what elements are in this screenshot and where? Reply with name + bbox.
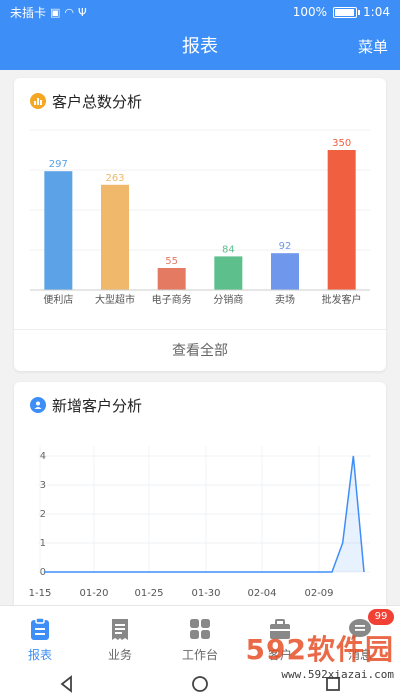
x-tick-label: 分销商 [213, 293, 243, 306]
clipboard-icon [31, 617, 49, 640]
customer-bar-chart: 297 便利店 263 大型超市 55 电子商务 84 分销商 92 卖场 350 批发客户 [30, 129, 370, 306]
customer-total-card: 客户总数分析 297 便利店 263 大型超市 55 电子商务 84 分销商 92 卖场 350 批发… [14, 78, 386, 371]
sim-icon: ▣ [50, 5, 61, 19]
x-tick-label: 1-15 [29, 588, 52, 599]
bar-value-label: 350 [332, 138, 351, 149]
bar-value-label: 84 [222, 244, 235, 255]
new-customer-card: 新增客户分析 0 1 2 3 4 1-15 01-20 01-25 01-30 02-04 02-0… [14, 382, 386, 622]
battery-percent: 100% [292, 5, 328, 19]
y-tick-label: 2 [40, 509, 46, 520]
wifi-icon: ◠ [64, 5, 75, 19]
tab-business[interactable]: 业务 [80, 606, 160, 667]
carrier-text: 未插卡 [10, 5, 47, 20]
watermark-url: www.592xiazai.com [281, 668, 394, 681]
tab-reports[interactable]: 报表 [0, 606, 80, 667]
bar-value-label: 263 [105, 173, 124, 184]
x-tick-label: 卖场 [275, 293, 295, 306]
y-tick-label: 4 [40, 451, 46, 462]
unread-badge: 99 [368, 609, 394, 625]
y-tick-label: 3 [40, 480, 46, 491]
x-tick-label: 便利店 [43, 293, 73, 306]
bar-value-label: 297 [49, 159, 68, 170]
bar [44, 171, 73, 290]
bar [157, 268, 186, 290]
bar [271, 253, 299, 290]
x-tick-label: 01-25 [134, 588, 163, 599]
watermark: 592软件园 www.592xiazai.com [224, 628, 394, 698]
tab-business-label: 业务 [107, 648, 132, 662]
header-bar: 报表 菜单 [0, 24, 400, 70]
x-tick-label: 大型超市 [95, 293, 135, 306]
grid-icon [190, 619, 210, 639]
bar [214, 256, 243, 290]
new-customer-line-chart: 012341-15 01-20 01-25 01-30 02-04 02-09 [29, 446, 370, 599]
bar-value-label: 55 [165, 256, 178, 267]
page-title: 报表 [182, 36, 218, 57]
menu-button[interactable]: 菜单 [358, 24, 388, 70]
status-bar: 未插卡 ▣ ◠ Ψ 100% 1:04 [0, 0, 400, 24]
x-tick-label: 02-09 [304, 588, 333, 599]
tab-reports-label: 报表 [27, 648, 52, 662]
x-tick-label: 01-20 [79, 588, 108, 599]
watermark-logo: 592软件园 [245, 633, 394, 666]
x-tick-label: 01-30 [191, 588, 220, 599]
view-all-button[interactable]: 查看全部 [14, 329, 386, 371]
bar [327, 150, 356, 290]
x-tick-label: 02-04 [247, 588, 276, 599]
usb-icon: Ψ [78, 5, 87, 19]
home-icon[interactable] [190, 674, 210, 694]
x-tick-label: 批发客户 [322, 293, 362, 306]
y-tick-label: 1 [40, 538, 46, 549]
x-tick-label: 电子商务 [152, 293, 192, 306]
back-icon[interactable] [57, 674, 77, 694]
battery-icon [333, 6, 361, 18]
bar [101, 184, 129, 290]
tab-workbench-label: 工作台 [181, 648, 218, 662]
receipt-icon [112, 619, 128, 640]
bar-value-label: 92 [279, 241, 292, 252]
clock: 1:04 [363, 5, 390, 19]
